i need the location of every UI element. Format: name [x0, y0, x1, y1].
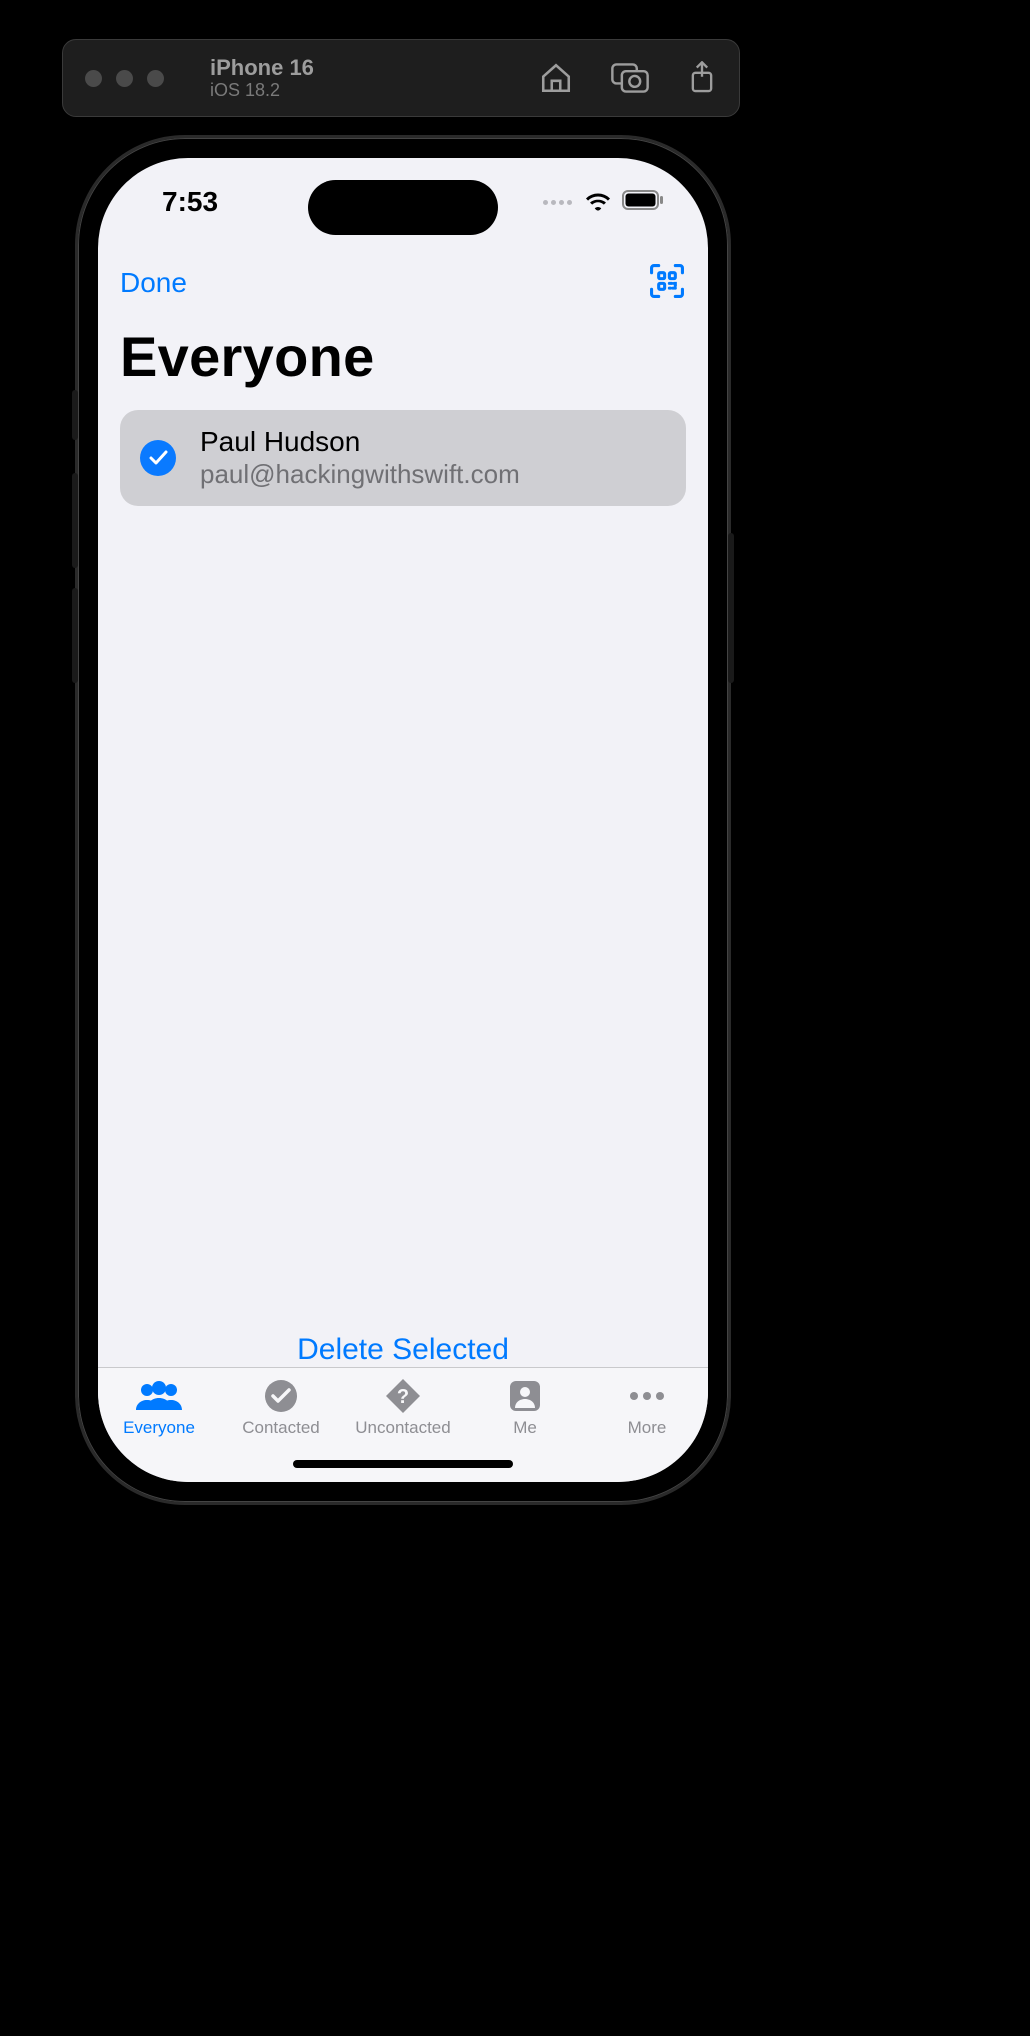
page-title: Everyone	[120, 324, 686, 389]
close-window-button[interactable]	[85, 70, 102, 87]
window-traffic-lights[interactable]	[85, 70, 164, 87]
screenshot-icon[interactable]	[611, 62, 649, 94]
simulator-toolbar: iPhone 16 iOS 18.2	[62, 39, 740, 117]
selection-check-icon[interactable]	[140, 440, 176, 476]
contact-list: Paul Hudson paul@hackingwithswift.com	[120, 410, 686, 506]
volume-up-button	[72, 473, 78, 568]
checkmark-icon	[264, 1378, 298, 1414]
tab-label: Contacted	[242, 1418, 320, 1438]
contact-email: paul@hackingwithswift.com	[200, 459, 520, 490]
delete-selected-button[interactable]: Delete Selected	[297, 1333, 509, 1366]
bottom-toolbar: Delete Selected	[98, 1333, 708, 1367]
tab-label: Uncontacted	[355, 1418, 450, 1438]
tab-everyone[interactable]: Everyone	[98, 1378, 220, 1482]
dynamic-island	[308, 180, 498, 235]
volume-down-button	[72, 588, 78, 683]
device-name: iPhone 16	[210, 55, 314, 80]
tab-more[interactable]: More	[586, 1378, 708, 1482]
battery-icon	[622, 190, 664, 215]
wifi-icon	[584, 189, 612, 216]
status-time: 7:53	[162, 186, 218, 218]
navigation-bar: Done Everyone	[98, 246, 708, 389]
screen: 7:53 Done	[98, 158, 708, 1482]
simulator-title: iPhone 16 iOS 18.2	[210, 55, 314, 101]
list-item[interactable]: Paul Hudson paul@hackingwithswift.com	[120, 410, 686, 506]
zoom-window-button[interactable]	[147, 70, 164, 87]
ringer-switch	[72, 390, 78, 440]
svg-text:?: ?	[397, 1386, 409, 1408]
cellular-icon	[543, 200, 572, 205]
person-icon	[509, 1378, 541, 1414]
tab-label: Everyone	[123, 1418, 195, 1438]
device-frame: 7:53 Done	[75, 135, 731, 1505]
people-icon	[134, 1378, 184, 1414]
tab-label: More	[628, 1418, 667, 1438]
tab-label: Me	[513, 1418, 537, 1438]
minimize-window-button[interactable]	[116, 70, 133, 87]
share-icon[interactable]	[687, 61, 717, 95]
qr-scan-button[interactable]	[648, 262, 686, 305]
done-button[interactable]: Done	[120, 267, 187, 299]
os-version: iOS 18.2	[210, 80, 314, 101]
home-indicator[interactable]	[293, 1460, 513, 1468]
contact-name: Paul Hudson	[200, 426, 520, 458]
list-item-text: Paul Hudson paul@hackingwithswift.com	[200, 426, 520, 490]
question-icon: ?	[385, 1378, 421, 1414]
side-button	[728, 533, 734, 683]
ellipsis-icon	[627, 1378, 667, 1414]
home-icon[interactable]	[539, 61, 573, 95]
